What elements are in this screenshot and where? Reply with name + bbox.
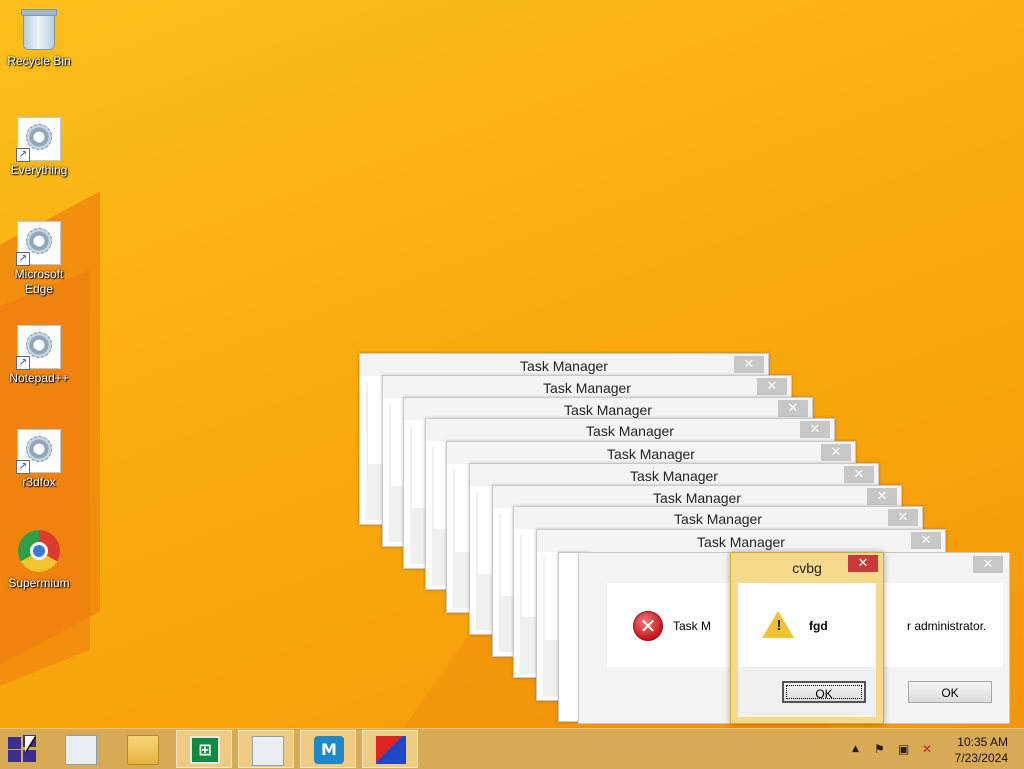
dialog-title: Task Manager [520,358,608,374]
dialog-content: ! fgd [738,583,876,667]
desktop-icon-label: Microsoft Edge [14,267,64,296]
close-button[interactable]: ✕ [800,421,830,438]
dialog-title: Task Manager [564,402,652,418]
dialog-title: Task Manager [586,423,674,439]
show-hidden-icons-button[interactable]: ▲ [852,744,859,754]
task-manager-icon [65,735,97,765]
app-gear-icon: ↗ [16,429,61,474]
desktop-icon-label: Notepad++ [9,371,69,385]
desktop-icon-supermium[interactable]: Supermium [4,530,74,591]
close-button[interactable]: ✕ [757,378,787,395]
close-button[interactable]: ✕ [844,466,874,483]
r3d-app-icon [376,736,406,764]
close-button[interactable]: ✕ [973,556,1003,573]
cvbg-dialog[interactable]: cvbg ✕ ! fgd OK [730,552,884,724]
volume-muted-icon[interactable]: ✕ [922,742,932,756]
dialog-titlebar[interactable]: Task Manager ✕ [514,507,922,529]
clock-date: 7/23/2024 [954,751,1008,765]
taskbar-app-file-explorer[interactable] [114,730,170,768]
ok-button[interactable]: OK [782,681,866,703]
close-button[interactable]: ✕ [778,400,808,417]
error-message: Task M [673,619,712,633]
desktop-icon-label: Everything [10,163,68,177]
desktop-icon-notepad-plus-plus[interactable]: ↗ Notepad++ [4,325,74,386]
ok-button[interactable]: OK [908,681,992,703]
dialog-title: Task Manager [607,446,695,462]
dialog-title: Task Manager [630,468,718,484]
app-gear-icon: ↗ [16,325,61,370]
dialog-title: Task Manager [543,380,631,396]
dialog-titlebar[interactable]: Task Manager ✕ [360,354,768,376]
dialog-titlebar[interactable]: Task Manager ✕ [383,376,791,398]
malwarebytes-icon: M [314,736,344,764]
dialog-title: Task Manager [653,490,741,506]
chrome-icon [17,530,61,574]
warning-mark: ! [776,617,782,634]
desktop-icon-recycle-bin[interactable]: Recycle Bin [4,8,74,69]
action-center-flag-icon[interactable]: ⚑ [874,742,885,756]
close-button[interactable]: ✕ [848,555,878,572]
clock[interactable]: 10:35 AM 7/23/2024 [955,734,1008,766]
dialog-titlebar[interactable]: Task Manager ✕ [426,419,834,441]
dialog-titlebar[interactable]: Task Manager ✕ [447,442,855,464]
taskbar-app-r3d[interactable] [362,730,418,768]
app-gear-icon: ↗ [16,221,61,266]
close-button[interactable]: ✕ [867,488,897,505]
clock-time: 10:35 AM [957,735,1008,749]
close-button[interactable]: ✕ [734,356,764,373]
network-icon[interactable]: ▣ [898,742,909,756]
dialog-titlebar[interactable]: Task Manager ✕ [493,486,901,508]
desktop-icon-label: Supermium [8,576,70,590]
taskbar-app-store[interactable]: ⊞ [176,730,232,768]
desktop-icon-label: r3dfox [22,475,56,489]
dialog-title: Task Manager [697,534,785,550]
dialog-title: Task Manager [674,511,762,527]
store-icon: ⊞ [190,736,220,764]
mouse-cursor-icon [25,736,35,752]
taskbar: ⊞ M ▲ ⚑ ▣ ✕ 10:35 AM 7/23/2024 [0,728,1024,769]
close-button[interactable]: ✕ [821,444,851,461]
taskbar-app-system-monitor[interactable] [238,730,294,768]
system-monitor-icon [252,736,284,766]
dialog-titlebar[interactable]: Task Manager ✕ [537,530,945,552]
close-button[interactable]: ✕ [888,509,918,526]
error-message-tail: r administrator. [907,619,987,633]
dialog-titlebar[interactable]: Task Manager ✕ [470,464,878,486]
file-explorer-icon [127,735,159,765]
desktop-icon-label: Recycle Bin [7,54,71,68]
desktop-icon-everything[interactable]: ↗ Everything [4,117,74,178]
dialog-message: fgd [809,619,828,633]
taskbar-app-task-manager[interactable] [52,730,108,768]
desktop-icon-r3dfox[interactable]: ↗ r3dfox [4,429,74,490]
taskbar-app-malwarebytes[interactable]: M [300,730,356,768]
close-button[interactable]: ✕ [911,532,941,549]
desktop-icon-microsoft-edge[interactable]: ↗ Microsoft Edge [4,221,74,297]
app-gear-icon: ↗ [16,117,61,162]
recycle-bin-icon [17,8,61,52]
dialog-titlebar[interactable]: Task Manager ✕ [404,398,812,420]
error-icon: ✕ [633,611,663,641]
